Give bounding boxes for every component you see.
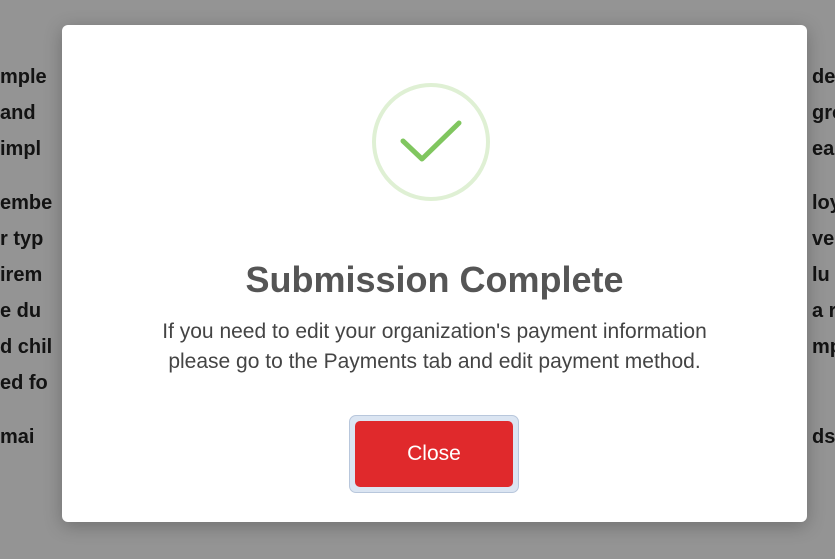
page: mple and impl embe r typ irem e du d chi…: [0, 0, 835, 559]
close-button[interactable]: Close: [355, 421, 513, 487]
dialog-message: If you need to edit your organization's …: [62, 317, 807, 377]
dialog-message-line: If you need to edit your organization's …: [162, 320, 707, 343]
checkmark-icon: [400, 120, 462, 162]
dialog-message-line: please go to the Payments tab and edit p…: [168, 350, 701, 373]
success-checkmark-icon: [372, 83, 490, 201]
close-button-focus-ring: Close: [349, 415, 519, 493]
submission-complete-dialog: Submission Complete If you need to edit …: [62, 25, 807, 522]
dialog-title: Submission Complete: [245, 259, 624, 300]
